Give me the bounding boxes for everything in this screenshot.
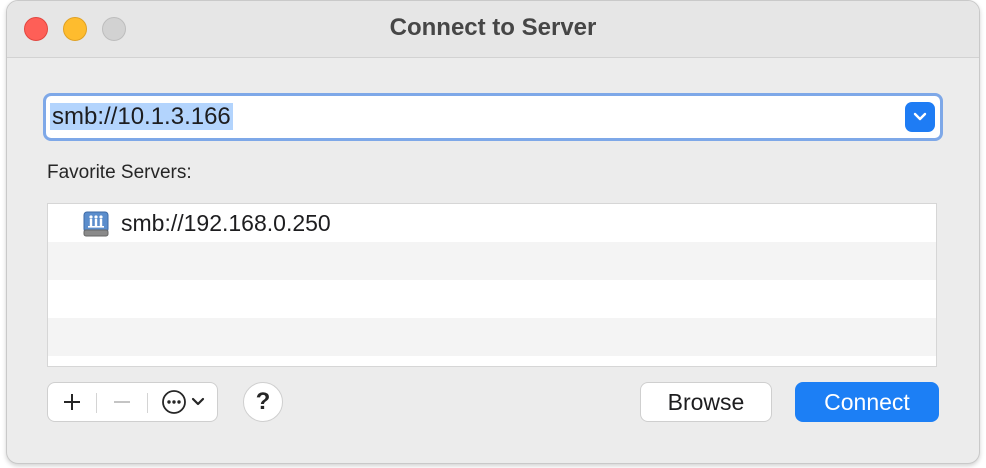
plus-icon xyxy=(64,394,80,410)
help-button[interactable]: ? xyxy=(243,382,283,422)
empty-list-row xyxy=(48,280,936,318)
connect-button[interactable]: Connect xyxy=(795,382,939,422)
remove-favorite-button xyxy=(97,383,147,421)
ellipsis-circle-icon xyxy=(162,390,186,414)
empty-list-row xyxy=(48,242,936,280)
favorite-server-label: smb://192.168.0.250 xyxy=(121,210,331,236)
list-item[interactable]: smb://192.168.0.250 xyxy=(48,204,936,242)
connect-to-server-window: Connect to Server smb://10.1.3.166 Favor… xyxy=(6,0,980,464)
empty-list-row xyxy=(48,318,936,356)
server-address-text: smb://10.1.3.166 xyxy=(50,103,233,130)
address-history-dropdown-button[interactable] xyxy=(905,102,935,132)
add-favorite-button[interactable] xyxy=(48,383,96,421)
server-address-combobox[interactable]: smb://10.1.3.166 xyxy=(43,93,943,141)
network-server-icon xyxy=(82,211,110,242)
title-bar: Connect to Server xyxy=(7,1,979,58)
server-address-input[interactable]: smb://10.1.3.166 xyxy=(50,99,233,135)
chevron-down-icon xyxy=(191,397,205,406)
favorite-servers-label: Favorite Servers: xyxy=(47,162,192,183)
chevron-down-icon xyxy=(913,112,927,121)
window-title: Connect to Server xyxy=(389,14,597,41)
more-actions-menu-button[interactable] xyxy=(148,383,218,421)
favorites-action-segmented-control xyxy=(47,382,218,422)
minus-icon xyxy=(114,401,130,403)
browse-button[interactable]: Browse xyxy=(640,382,772,422)
favorite-servers-list[interactable]: smb://192.168.0.250 xyxy=(47,203,937,367)
